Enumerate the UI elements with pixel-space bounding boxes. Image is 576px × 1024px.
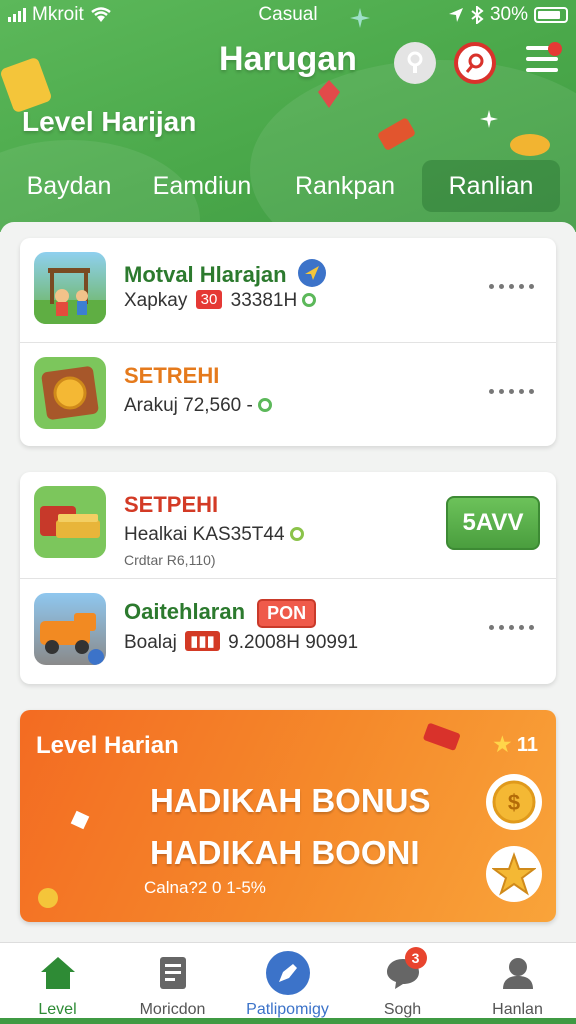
more-options-icon[interactable] — [489, 284, 534, 289]
coin-frame-icon — [34, 357, 106, 429]
nav-label: Moricdon — [139, 1001, 206, 1018]
search-icon — [465, 53, 484, 73]
sparkle-icon — [480, 110, 498, 128]
pen-icon — [265, 951, 310, 995]
notification-badge: 3 — [404, 947, 427, 969]
nav-label: Hanlan — [492, 1001, 543, 1018]
banner-heading: Level Harian — [36, 732, 179, 759]
banner-count: ★ 11 — [493, 732, 538, 757]
nav-moricdon[interactable]: Moricdon — [115, 951, 230, 1019]
item-tag: 30 — [195, 290, 223, 309]
banner-footer: Calna?2 0 1-5% — [144, 878, 266, 897]
star-icon — [492, 852, 536, 896]
nav-patlipomigy[interactable]: Patlipomigy — [230, 951, 345, 1019]
nav-label: Sogh — [383, 1001, 422, 1018]
bluetooth-icon — [471, 6, 484, 24]
coin-icon — [302, 293, 317, 307]
banner-line-2: HADIKAH BOONI — [150, 834, 420, 871]
item-subtext: Crdtar R6,110) — [124, 552, 216, 568]
item-title: Oaitehlaran PON — [124, 599, 317, 628]
coin-icon — [38, 888, 58, 908]
firecracker-icon — [423, 723, 460, 751]
banner-count-text: 11 — [516, 734, 538, 756]
dollar-coin-icon: $ — [492, 780, 536, 824]
item-title-text: Motval Hlarajan — [124, 262, 287, 287]
status-bar: Mkroit Casual 30% — [0, 0, 576, 30]
banner-line-1: HADIKAH BONUS — [150, 782, 431, 819]
home-icon — [36, 951, 80, 995]
document-icon — [151, 951, 195, 995]
category-tabs: Baydan Eamdiun Rankpan Ranlian — [0, 160, 576, 214]
location-icon — [448, 8, 463, 22]
item-title-text: Oaitehlaran — [124, 599, 246, 624]
star-icon: ★ — [493, 734, 512, 756]
item-detail: Xapkay 30 33381H — [124, 290, 317, 312]
tab-eamdiun[interactable]: Eamdiun — [140, 160, 264, 212]
list-item[interactable]: Motval Hlarajan Xapkay 30 33381H — [20, 238, 556, 342]
item-detail: Boalaj ▮▮▮ 9.2008H 90991 — [124, 631, 358, 654]
item-detail-value: 33381H — [230, 290, 298, 311]
coin-icon — [289, 527, 304, 541]
red-gem-icon — [318, 80, 340, 108]
battery-icon — [534, 7, 568, 23]
list-item[interactable]: SETPEHI Healkai KAS35T44 Crdtar R6,110) … — [20, 472, 556, 576]
item-detail-value: 9.2008H 90991 — [228, 632, 359, 653]
chat-icon: 3 — [381, 947, 427, 995]
star-button[interactable] — [486, 846, 542, 902]
search-button[interactable] — [454, 42, 496, 84]
battery-percent: 30% — [489, 4, 528, 25]
item-title: SETREHI — [124, 363, 220, 388]
app-header: Mkroit Casual 30% Harugan Level Harijan … — [0, 0, 576, 232]
tab-label: Eamdiun — [152, 171, 252, 200]
coin-button[interactable]: $ — [486, 774, 542, 830]
gold-bar-icon — [1, 58, 51, 112]
item-detail-text: Boalaj — [124, 632, 177, 653]
list-item[interactable]: Oaitehlaran PON Boalaj ▮▮▮ 9.2008H 90991 — [20, 578, 556, 682]
sparkle-icon — [350, 8, 370, 28]
list-card: Motval Hlarajan Xapkay 30 33381H SETREHI… — [20, 238, 556, 446]
cash-stack-icon — [34, 486, 106, 558]
item-pill-badge: PON — [257, 599, 317, 628]
more-options-icon[interactable] — [489, 389, 534, 394]
delivery-truck-icon — [34, 593, 106, 665]
nav-label: Level — [38, 1001, 77, 1018]
tab-ranlian[interactable]: Ranlian — [422, 160, 560, 212]
list-item[interactable]: SETREHI Arakuj 72,560 - — [20, 342, 556, 446]
notification-dot — [548, 42, 562, 56]
item-title: SETPEHI — [124, 492, 219, 517]
barcode-icon: ▮▮▮ — [185, 631, 220, 651]
bonus-banner[interactable]: Level Harian ★ 11 HADIKAH BONUS HADIKAH … — [20, 710, 556, 922]
item-detail-text: Xapkay — [124, 290, 188, 311]
playground-icon — [34, 252, 106, 324]
tab-label: Rankpan — [294, 171, 396, 200]
nav-level[interactable]: Level — [0, 951, 115, 1019]
more-options-icon[interactable] — [489, 625, 534, 630]
save-button[interactable]: 5AVV — [446, 496, 540, 550]
nav-hanlan[interactable]: Hanlan — [460, 951, 575, 1019]
verified-badge-icon — [297, 259, 326, 287]
tab-rankpan[interactable]: Rankpan — [282, 160, 408, 212]
coin-icon — [510, 134, 550, 156]
item-detail-text: Healkai KAS35T44 — [124, 524, 285, 545]
tab-label: Ranlian — [448, 171, 534, 200]
tab-label: Baydan — [26, 171, 112, 200]
menu-button[interactable] — [526, 42, 562, 78]
firecracker-icon — [378, 118, 415, 150]
nav-sogh[interactable]: 3 Sogh — [345, 947, 460, 1019]
confetti-icon — [70, 810, 90, 830]
info-button[interactable] — [394, 42, 436, 84]
bottom-navigation: Level Moricdon Patlipomigy 3 Sogh Hanlan — [0, 942, 576, 1024]
profile-icon — [496, 951, 540, 995]
item-detail: Healkai KAS35T44 — [124, 524, 304, 546]
item-detail-text: Arakuj 72,560 - — [124, 395, 253, 416]
tab-baydan[interactable]: Baydan — [10, 160, 128, 212]
svg-text:$: $ — [508, 790, 520, 815]
info-icon — [407, 51, 423, 73]
item-title: Motval Hlarajan — [124, 258, 327, 288]
nav-label: Patlipomigy — [246, 1001, 329, 1018]
item-detail: Arakuj 72,560 - — [124, 395, 273, 417]
coin-icon — [258, 398, 273, 412]
list-card: SETPEHI Healkai KAS35T44 Crdtar R6,110) … — [20, 472, 556, 684]
